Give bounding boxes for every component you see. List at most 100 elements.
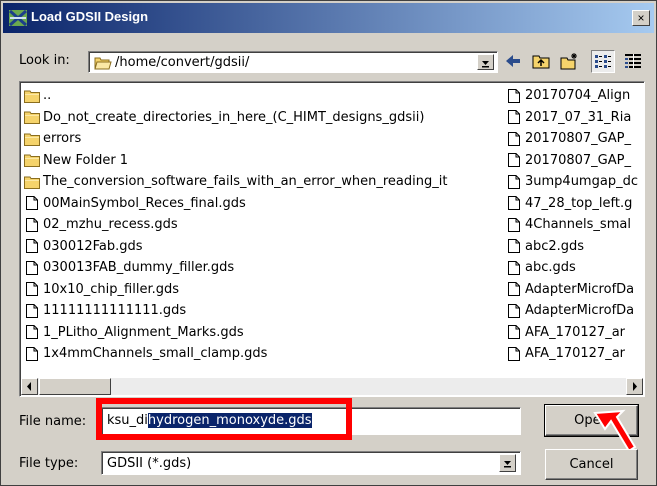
item-name: 4Channels_smal [525,217,631,233]
item-name: abc.gds [525,260,576,276]
red-arrow-annotation-icon [593,409,637,453]
file-list-column-left: .. Do_not_create_directories_in_here_(C_H… [24,85,500,365]
item-name: New Folder 1 [43,152,129,168]
chevron-down-icon [482,61,489,68]
item-name: AdapterMicrofDa [525,303,635,319]
item-name: AFA_170127_ar [525,346,626,362]
item-name: 030012Fab.gds [43,238,143,254]
file-item[interactable]: AdapterMicrofDa [506,300,644,322]
file-item[interactable]: 20170807_GAP_ [506,128,644,150]
file-item[interactable]: 00MainSymbol_Reces_final.gds [24,193,500,215]
item-name: 20170704_Align [525,88,631,104]
horizontal-scrollbar[interactable] [21,378,643,395]
file-item[interactable]: 4Channels_smal [506,214,644,236]
file-item[interactable]: abc.gds [506,257,644,279]
file-item[interactable]: AdapterMicrofDa [506,279,644,301]
file-item[interactable]: AFA_170127_ar [506,322,644,344]
look-in-label: Look in: [19,53,70,68]
new-folder-icon[interactable] [559,51,579,71]
file-item[interactable]: AFA_170127_ar [506,343,644,365]
file-icon [508,174,520,189]
folder-item[interactable]: .. [24,85,500,107]
file-icon [26,282,38,297]
item-name: The_conversion_software_fails_with_an_er… [43,174,448,190]
file-icon [508,110,520,125]
item-name: 20170807_GAP_ [525,131,631,147]
file-icon [26,303,38,318]
file-item[interactable]: 02_mzhu_recess.gds [24,214,500,236]
folder-icon [24,154,40,168]
file-icon [508,217,520,232]
folder-item[interactable]: The_conversion_software_fails_with_an_er… [24,171,500,193]
file-icon [508,239,520,254]
file-icon [508,325,520,340]
file-item[interactable]: 030013FAB_dummy_filler.gds [24,257,500,279]
item-name: 20170807_GAP_ [525,152,631,168]
file-item[interactable]: 47_28_top_left.g [506,193,644,215]
file-icon [26,325,38,340]
item-name: Do_not_create_directories_in_here_(C_HIM… [43,109,425,125]
folder-item[interactable]: New Folder 1 [24,150,500,172]
item-name: AFA_170127_ar [525,324,626,340]
file-icon [26,346,38,361]
file-icon [26,260,38,275]
folder-icon [24,133,40,146]
folder-item[interactable]: Do_not_create_directories_in_here_(C_HIM… [24,107,500,129]
folder-icon [24,90,40,103]
file-item[interactable]: 030012Fab.gds [24,236,500,258]
item-name: 02_mzhu_recess.gds [43,217,178,233]
list-view-icon [595,55,611,68]
file-icon [508,260,520,275]
scroll-thumb[interactable] [39,378,111,395]
item-name: 00MainSymbol_Reces_final.gds [43,195,246,211]
item-name: 1x4mmChannels_small_clamp.gds [43,346,268,362]
file-item[interactable]: 1_PLitho_Alignment_Marks.gds [24,322,500,344]
item-name: .. [43,88,52,104]
look-in-path: /home/convert/gdsii/ [115,55,250,70]
file-item[interactable]: 3ump4umgap_dc [506,171,644,193]
item-name: 11111111111111.gds [43,303,187,319]
red-highlight-box [96,398,352,440]
file-item[interactable]: 2017_07_31_Ria [506,107,644,129]
item-name: 10x10_chip_filler.gds [43,281,179,297]
file-list-column-right: 20170704_Align 2017_07_31_Ria 20170807_GAP… [506,85,644,365]
item-name: 2017_07_31_Ria [525,109,632,125]
file-item[interactable]: 20170704_Align [506,85,644,107]
load-gdsii-dialog: Load GDSII Design × Look in: /home/conve… [0,0,657,486]
item-name: 3ump4umgap_dc [525,174,638,190]
file-type-label: File type: [19,456,79,471]
back-arrow-icon[interactable] [503,51,523,71]
file-icon [508,88,520,103]
close-button[interactable]: × [632,10,650,26]
title-bar[interactable]: Load GDSII Design × [3,3,654,33]
file-icon [26,239,38,254]
app-icon [9,9,27,27]
file-icon [26,217,38,232]
scroll-left-button[interactable] [21,378,38,395]
details-view-icon[interactable] [623,51,643,71]
file-type-dropdown-button[interactable] [499,454,516,472]
file-list[interactable]: .. Do_not_create_directories_in_here_(C_H… [19,81,645,397]
file-icon [508,346,520,361]
list-view-button[interactable] [591,50,615,73]
folder-icon [24,111,40,125]
folder-item[interactable]: errors [24,128,500,150]
file-item[interactable]: abc2.gds [506,236,644,258]
file-item[interactable]: 1x4mmChannels_small_clamp.gds [24,343,500,365]
folder-icon [24,176,40,189]
chevron-down-icon [504,461,511,468]
look-in-dropdown-button[interactable] [477,54,494,70]
item-name: AdapterMicrofDa [525,281,635,297]
file-item[interactable]: 20170807_GAP_ [506,150,644,172]
cancel-button[interactable]: Cancel [545,449,638,480]
file-type-combo[interactable]: GDSII (*.gds) [101,451,521,475]
up-folder-icon[interactable] [531,51,551,71]
file-item[interactable]: 10x10_chip_filler.gds [24,279,500,301]
file-item[interactable]: 11111111111111.gds [24,300,500,322]
chevron-left-icon [27,382,31,391]
look-in-combo[interactable]: /home/convert/gdsii/ [88,51,498,73]
file-type-value: GDSII (*.gds) [107,456,192,471]
file-name-label: File name: [19,414,87,429]
file-icon [508,196,520,211]
window-title: Load GDSII Design [31,9,149,24]
